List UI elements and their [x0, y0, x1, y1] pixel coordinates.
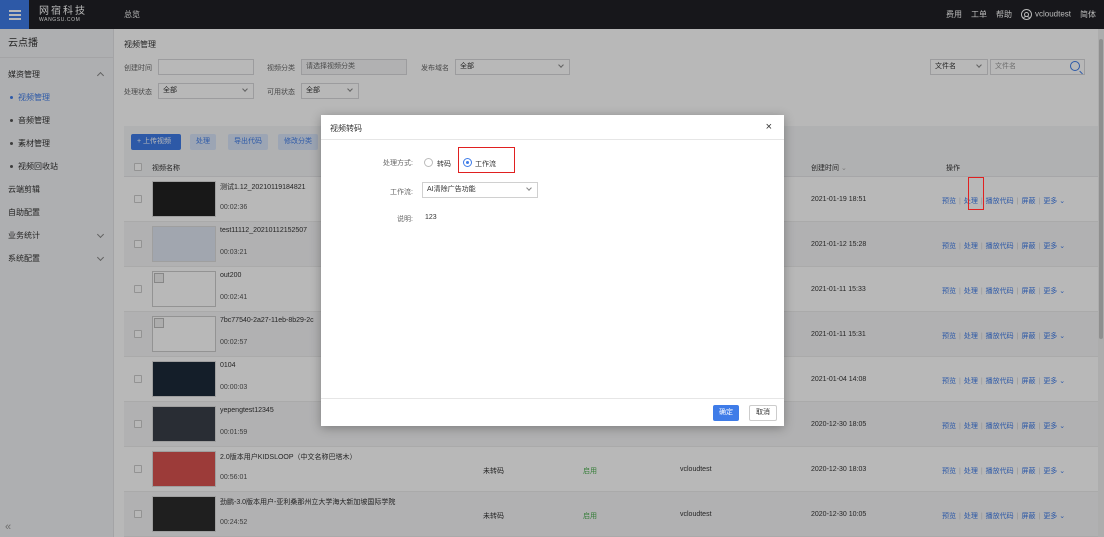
method-label: 处理方式:	[383, 160, 413, 167]
desc-value: 123	[425, 214, 437, 221]
cancel-button[interactable]: 取消	[749, 405, 777, 421]
workflow-label: 工作流:	[390, 189, 413, 196]
close-icon[interactable]: ×	[766, 121, 772, 133]
workflow-select[interactable]: AI清除广告功能	[422, 182, 538, 198]
transcode-dialog: 视频转码 × 处理方式: 转码 工作流 工作流: AI清除广告功能 说明: 12…	[321, 115, 784, 426]
confirm-button[interactable]: 确定	[713, 405, 739, 421]
radio-transcode[interactable]	[424, 158, 433, 167]
chevron-down-icon	[526, 185, 532, 191]
highlight-box	[458, 147, 515, 173]
dialog-title: 视频转码	[330, 124, 362, 133]
desc-label: 说明:	[397, 216, 413, 223]
radio-transcode-label[interactable]: 转码	[437, 159, 451, 169]
highlight-box	[968, 177, 984, 210]
